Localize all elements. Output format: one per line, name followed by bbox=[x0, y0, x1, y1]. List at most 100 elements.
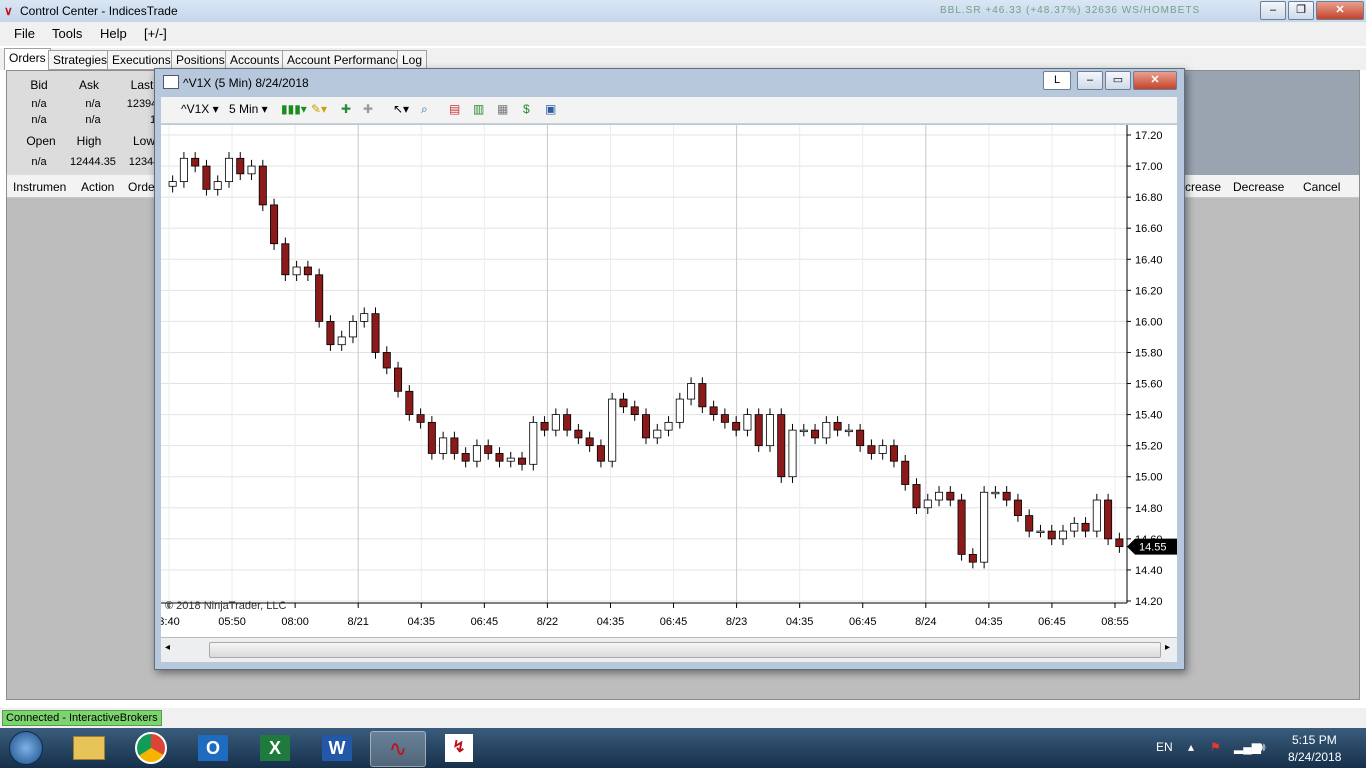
candle-body bbox=[1115, 538, 1124, 548]
strategy-icon[interactable]: ✚ bbox=[363, 102, 373, 116]
scroll-right-icon[interactable]: ▸ bbox=[1165, 642, 1170, 653]
start-button[interactable] bbox=[2, 731, 50, 765]
properties-icon[interactable]: ▦ bbox=[497, 102, 508, 116]
candle-body bbox=[416, 414, 425, 423]
app-title-bar: ∨ Control Center - IndicesTrade BBL.SR +… bbox=[0, 0, 1366, 23]
candle-body bbox=[1070, 522, 1079, 532]
zoom-icon[interactable]: ⌕ bbox=[421, 102, 428, 117]
chart-maximize-button[interactable]: ▭ bbox=[1105, 71, 1131, 90]
interval-selector[interactable]: 5 Min ▾ bbox=[229, 102, 268, 116]
candle-body bbox=[1036, 530, 1045, 534]
candle-body bbox=[811, 429, 820, 439]
close-button[interactable]: ✕ bbox=[1316, 1, 1364, 20]
candle-body bbox=[1104, 499, 1113, 540]
candle-body bbox=[991, 491, 1000, 495]
menu-file[interactable]: File bbox=[14, 26, 35, 41]
tab-strategies[interactable]: Strategies bbox=[48, 50, 113, 70]
chart-style-icon[interactable]: ▮▮▮▾ bbox=[281, 102, 307, 116]
language-indicator[interactable]: EN bbox=[1156, 740, 1173, 754]
candle-body bbox=[1047, 530, 1056, 540]
network-warning-icon[interactable]: ⚑ bbox=[1210, 740, 1221, 754]
candle-body bbox=[337, 336, 346, 346]
chart-toolbar: ^V1X ▾ 5 Min ▾ ▮▮▮▾ ✎▾ ✚ ✚ ↖▾ ⌕ ▤ ▥ ▦ $ … bbox=[161, 97, 1177, 124]
scroll-left-icon[interactable]: ◂ bbox=[165, 642, 170, 653]
chrome-icon[interactable] bbox=[124, 731, 178, 765]
candle-body bbox=[360, 313, 369, 322]
menu-help[interactable]: Help bbox=[100, 26, 127, 41]
candle-body bbox=[946, 491, 955, 501]
minimize-button[interactable]: ‒ bbox=[1260, 1, 1286, 20]
candle-body bbox=[957, 499, 966, 555]
y-tick-label: 14.80 bbox=[1135, 503, 1163, 515]
quote-panel-right bbox=[1179, 71, 1359, 175]
col-action[interactable]: Action bbox=[81, 180, 114, 194]
price-chart[interactable]: 17.20 17.00 16.80 16.60 16.40 16.20 16.00 15.80… bbox=[161, 125, 1177, 637]
clock-date[interactable]: 8/24/2018 bbox=[1288, 750, 1341, 764]
outlook-icon[interactable]: O bbox=[186, 731, 240, 765]
candle-body bbox=[608, 398, 617, 462]
candle-body bbox=[641, 414, 651, 439]
candle-body bbox=[732, 421, 741, 431]
drawing-tool-icon[interactable]: ✎▾ bbox=[311, 102, 327, 116]
instrument-selector[interactable]: ^V1X ▾ bbox=[181, 102, 219, 116]
col-cancel[interactable]: Cancel bbox=[1303, 180, 1340, 194]
explorer-icon[interactable] bbox=[62, 731, 116, 765]
candle-body bbox=[822, 421, 831, 439]
candle-body bbox=[935, 491, 944, 501]
high-value: 12444.35 bbox=[70, 156, 116, 168]
link-button[interactable]: L bbox=[1043, 71, 1071, 90]
tab-account-performance[interactable]: Account Performance bbox=[282, 50, 408, 70]
y-tick-label: 15.60 bbox=[1135, 379, 1163, 391]
indicator-icon[interactable]: ✚ bbox=[341, 102, 351, 116]
chart-close-button[interactable]: ✕ bbox=[1133, 71, 1177, 90]
chart-scrollbar[interactable]: ◂ ▸ bbox=[161, 637, 1177, 662]
chart-minimize-button[interactable]: ‒ bbox=[1077, 71, 1103, 90]
chart-trader-icon[interactable]: ▥ bbox=[473, 102, 484, 116]
clock-time[interactable]: 5:15 PM bbox=[1292, 733, 1337, 747]
data-box-icon[interactable]: $ bbox=[523, 102, 530, 116]
windows-logo-icon bbox=[9, 731, 43, 765]
window-title: Control Center - IndicesTrade bbox=[20, 4, 178, 18]
candle-body bbox=[912, 484, 921, 509]
chart-window-icon bbox=[163, 75, 179, 89]
candle-body bbox=[765, 414, 774, 447]
col-decrease[interactable]: Decrease bbox=[1233, 180, 1284, 194]
pointer-icon[interactable]: ↖▾ bbox=[393, 102, 409, 116]
candle-body bbox=[348, 320, 357, 338]
word-icon[interactable]: W bbox=[310, 731, 364, 765]
tab-log[interactable]: Log bbox=[397, 50, 428, 70]
excel-icon[interactable]: X bbox=[248, 731, 302, 765]
col-instrument[interactable]: Instrumen bbox=[13, 180, 66, 194]
candle-body bbox=[799, 429, 808, 433]
candle-body bbox=[382, 352, 391, 369]
y-tick-label: 16.00 bbox=[1135, 316, 1163, 328]
ninjatrader-logo-icon: ∨ bbox=[4, 4, 13, 18]
tab-executions[interactable]: Executions bbox=[107, 50, 176, 70]
bid-value: n/a bbox=[31, 98, 47, 110]
instrument-label: ^V1X bbox=[181, 102, 210, 116]
app-taskbar-icon[interactable]: ↯ bbox=[432, 731, 486, 765]
ninjatrader-taskbar-icon[interactable]: ∿ bbox=[370, 731, 426, 767]
col-increase[interactable]: crease bbox=[1185, 180, 1221, 194]
tab-orders[interactable]: Orders bbox=[4, 48, 51, 70]
candle-body bbox=[867, 445, 876, 454]
tray-expand-icon[interactable]: ▴ bbox=[1188, 740, 1194, 754]
tab-positions[interactable]: Positions bbox=[171, 50, 230, 70]
maximize-button[interactable]: ❐ bbox=[1288, 1, 1314, 20]
x-tick-label: 04:35 bbox=[597, 616, 625, 628]
scroll-thumb[interactable] bbox=[209, 642, 1161, 658]
col-order[interactable]: Orde bbox=[128, 180, 155, 194]
menu-tools[interactable]: Tools bbox=[52, 26, 82, 41]
volume-icon[interactable]: 🔊︎ bbox=[1258, 740, 1266, 755]
x-tick-label: 04:35 bbox=[786, 616, 814, 628]
candle-body bbox=[394, 367, 403, 392]
signal-icon[interactable]: ▂▄▆ bbox=[1234, 740, 1261, 754]
order-entry-icon[interactable]: ▤ bbox=[449, 102, 460, 116]
candle-body bbox=[889, 445, 898, 462]
candle-body bbox=[1025, 515, 1034, 532]
menu-expand[interactable]: [+/-] bbox=[144, 26, 167, 41]
candle-body bbox=[856, 429, 865, 447]
layout-icon[interactable]: ▣ bbox=[545, 102, 556, 116]
bid-size: n/a bbox=[31, 114, 47, 126]
tab-accounts[interactable]: Accounts bbox=[225, 50, 285, 70]
